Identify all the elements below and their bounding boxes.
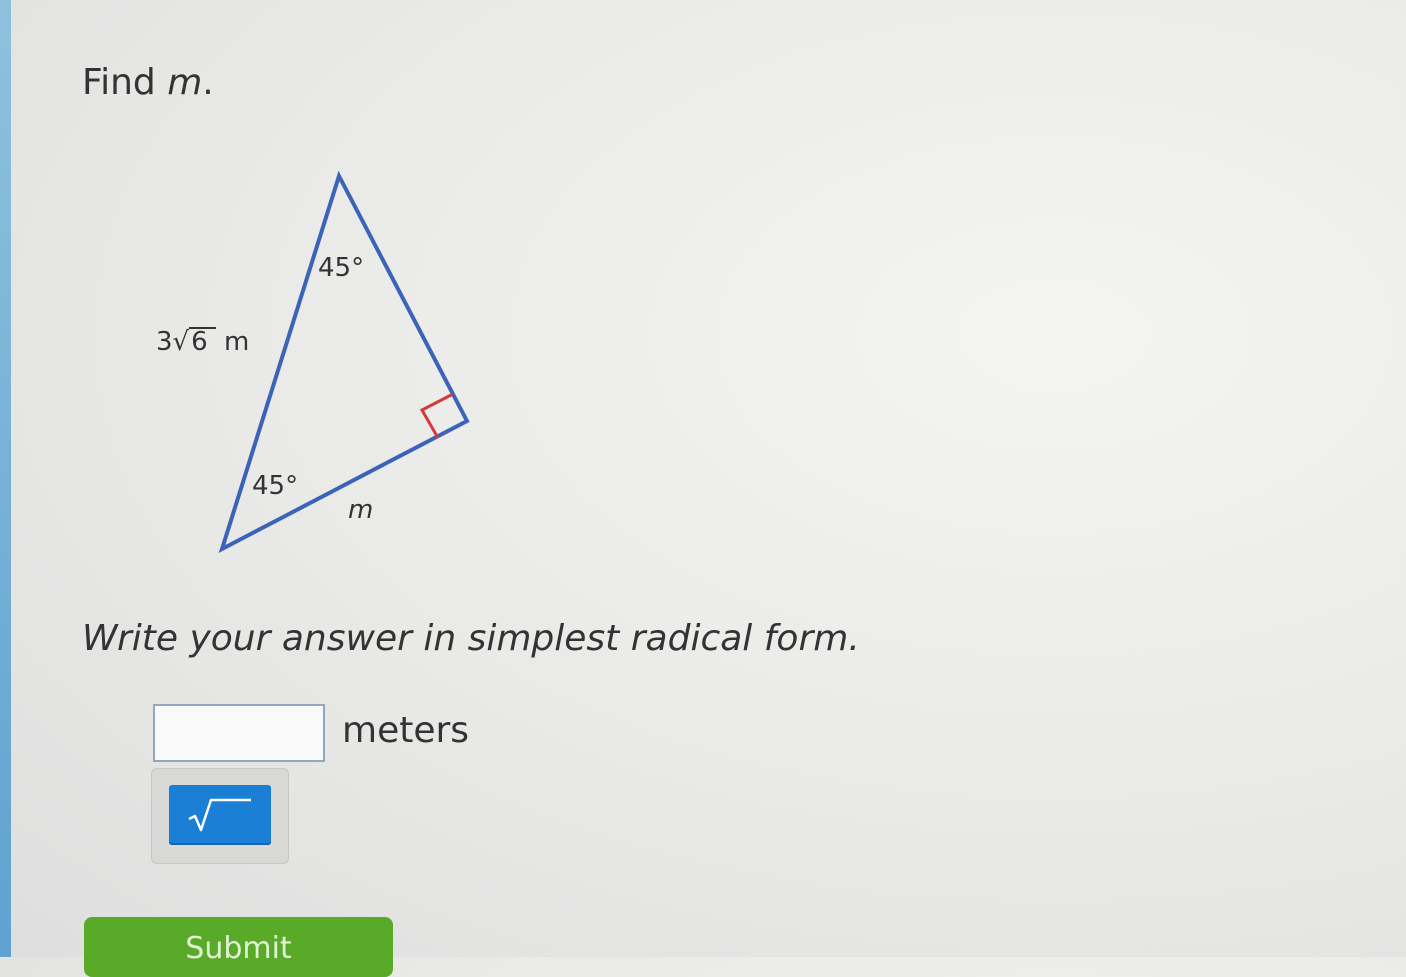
prompt-suffix: . [202,62,214,103]
triangle-figure: 3√6 m 45° 45° m [140,165,490,565]
prompt-variable: m [167,62,203,103]
triangle-diagram [218,170,470,554]
radical-sign: √ [172,327,190,357]
left-edge-strip [0,0,11,957]
hypotenuse-coefficient: 3 [156,327,173,357]
hypotenuse-unit: m [223,327,250,357]
square-root-button[interactable] [169,785,271,845]
angle-top-label: 45° [318,253,365,283]
angle-bottom-label: 45° [252,471,299,501]
leg-label: m [348,495,374,525]
hypotenuse-label: 3√6 m [156,327,249,357]
hypotenuse-radicand: 6 [189,327,216,355]
answer-unit: meters [342,710,470,751]
square-root-icon [188,798,251,832]
instruction-text: Write your answer in simplest radical fo… [82,618,860,659]
answer-input[interactable] [153,704,325,762]
question-prompt: Find m. [82,62,214,103]
prompt-prefix: Find [82,62,156,103]
submit-button[interactable]: Submit [84,917,393,977]
